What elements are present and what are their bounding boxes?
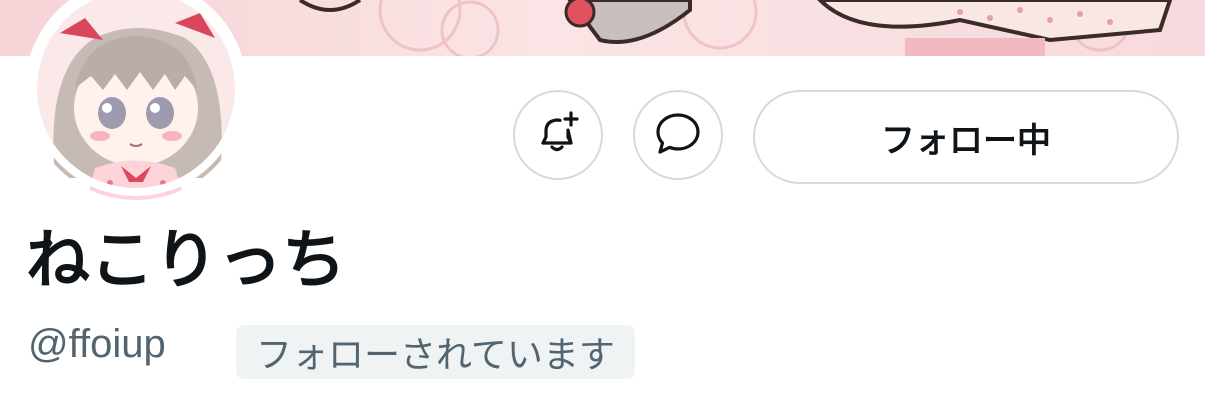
bell-plus-icon [535,110,581,160]
avatar-illustration [29,0,243,200]
message-bubble-icon [652,107,704,163]
notify-button[interactable] [513,90,603,180]
display-name: ねこりっち [26,224,346,298]
following-button[interactable]: フォロー中 [753,90,1179,184]
avatar[interactable] [25,0,247,200]
handle: @ffoiup [28,322,166,366]
message-button[interactable] [633,90,723,180]
following-button-label: フォロー中 [881,120,1051,161]
follows-you-label: フォローされています [256,335,615,376]
follows-you-badge: フォローされています [236,325,635,379]
